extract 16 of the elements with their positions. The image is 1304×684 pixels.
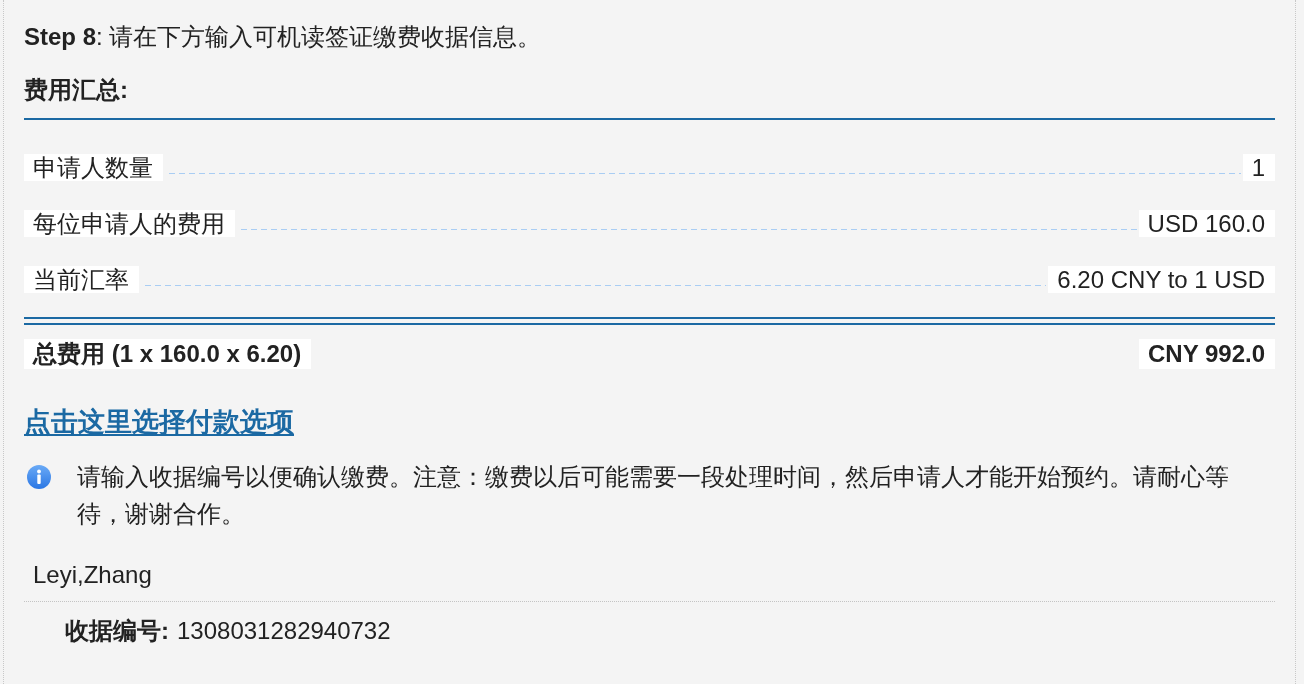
fee-label: 申请人数量 [24, 154, 163, 181]
fee-summary-heading: 费用汇总: [24, 75, 129, 105]
fee-value: 1 [1242, 154, 1275, 181]
total-fee-label: 总费用 (1 x 160.0 x 6.20) [24, 339, 312, 369]
info-icon [27, 465, 51, 489]
fee-label: 当前汇率 [24, 266, 139, 293]
applicant-name: Leyi,Zhang [33, 561, 152, 588]
fee-label: 每位申请人的费用 [24, 210, 235, 237]
fee-value: USD 160.0 [1138, 210, 1275, 237]
step-instruction: Step 8: 请在下方输入可机读签证缴费收据信息。 [24, 22, 543, 52]
fee-value: 6.20 CNY to 1 USD [1048, 266, 1275, 293]
receipt-number-label: 收据编号: [65, 616, 169, 646]
total-fee-value: CNY 992.0 [1139, 339, 1275, 369]
payment-options-link[interactable]: 点击这里选择付款选项 [24, 405, 294, 439]
payment-note: 请输入收据编号以便确认缴费。注意：缴费以后可能需要一段处理时间，然后申请人才能开始预约。请耐心等待，谢谢合作。 [77, 463, 1230, 529]
receipt-number: 1308031282940732 [177, 616, 391, 646]
